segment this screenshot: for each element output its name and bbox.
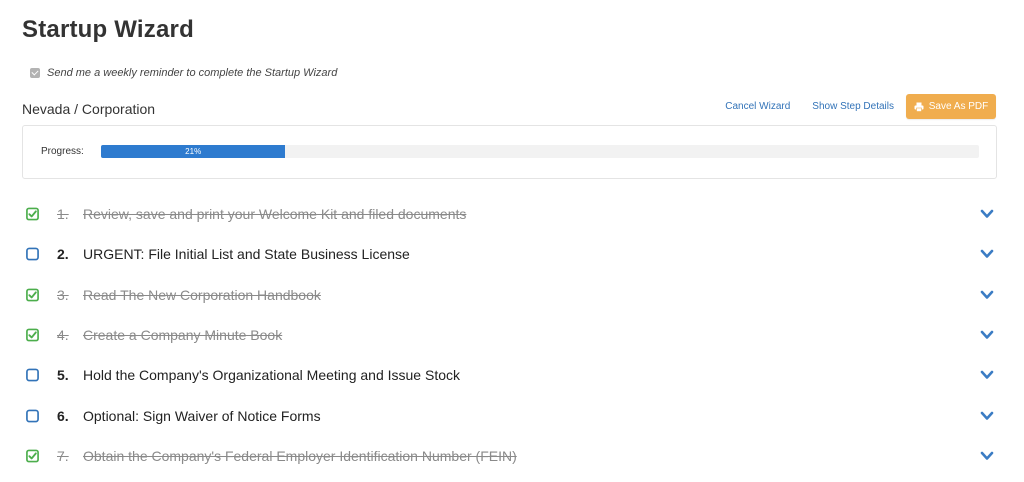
checkbox-checked-icon[interactable] [26,449,39,463]
show-step-details-link[interactable]: Show Step Details [812,101,894,112]
step-label: Read The New Corporation Handbook [83,286,321,303]
step-label: URGENT: File Initial List and State Busi… [83,246,410,263]
step-item-4[interactable]: 4. Create a Company Minute Book [22,315,1002,355]
chevron-down-icon[interactable] [980,410,994,422]
checkbox-empty-icon[interactable] [26,368,39,382]
step-label: Obtain the Company's Federal Employer Id… [83,447,517,464]
checkbox-checked-icon[interactable] [26,207,39,221]
step-number: 2. [57,246,69,263]
chevron-down-icon[interactable] [980,208,994,220]
save-as-pdf-label: Save As PDF [928,101,989,112]
step-number: 3. [57,286,69,303]
chevron-down-icon[interactable] [980,329,994,341]
chevron-down-icon[interactable] [980,248,994,260]
printer-icon [914,102,924,112]
step-item-3[interactable]: 3. Read The New Corporation Handbook [22,275,1002,315]
step-item-1[interactable]: 1. Review, save and print your Welcome K… [22,194,1002,234]
step-item-6[interactable]: 6. Optional: Sign Waiver of Notice Forms [22,395,1002,435]
step-number: 5. [57,367,69,384]
step-label: Hold the Company's Organizational Meetin… [83,367,460,384]
checkbox-empty-icon[interactable] [26,248,39,261]
chevron-down-icon[interactable] [980,450,994,462]
progress-panel: Progress: 21% [22,125,997,179]
save-as-pdf-button[interactable]: Save As PDF [906,94,996,119]
wizard-actions: Cancel Wizard Show Step Details Save As … [725,94,996,119]
step-item-5[interactable]: 5. Hold the Company's Organizational Mee… [22,355,1002,395]
progress-fill: 21% [101,145,286,158]
step-number: 1. [57,206,69,223]
checkbox-checked-icon[interactable] [26,328,39,342]
chevron-down-icon[interactable] [980,289,994,301]
checkbox-empty-icon[interactable] [26,409,39,423]
progress-value: 21% [185,147,202,156]
step-list: 1. Review, save and print your Welcome K… [22,194,1002,476]
step-label: Review, save and print your Welcome Kit … [83,206,467,223]
page-title: Startup Wizard [22,16,194,43]
weekly-reminder-option[interactable]: Send me a weekly reminder to complete th… [30,67,337,79]
progress-label: Progress: [41,146,84,157]
step-item-2[interactable]: 2. URGENT: File Initial List and State B… [22,234,1002,274]
step-number: 6. [57,407,69,424]
progress-bar: 21% [101,145,979,158]
step-number: 7. [57,447,69,464]
checkbox-checked-icon[interactable] [26,288,39,302]
step-number: 4. [57,327,69,344]
cancel-wizard-link[interactable]: Cancel Wizard [725,101,790,112]
reminder-checkbox[interactable] [30,68,40,78]
state-entity-heading: Nevada / Corporation [22,101,156,117]
step-label: Optional: Sign Waiver of Notice Forms [83,407,321,424]
chevron-down-icon[interactable] [980,369,994,381]
step-item-7[interactable]: 7. Obtain the Company's Federal Employer… [22,436,1002,476]
reminder-label: Send me a weekly reminder to complete th… [47,67,338,79]
step-label: Create a Company Minute Book [83,327,283,344]
